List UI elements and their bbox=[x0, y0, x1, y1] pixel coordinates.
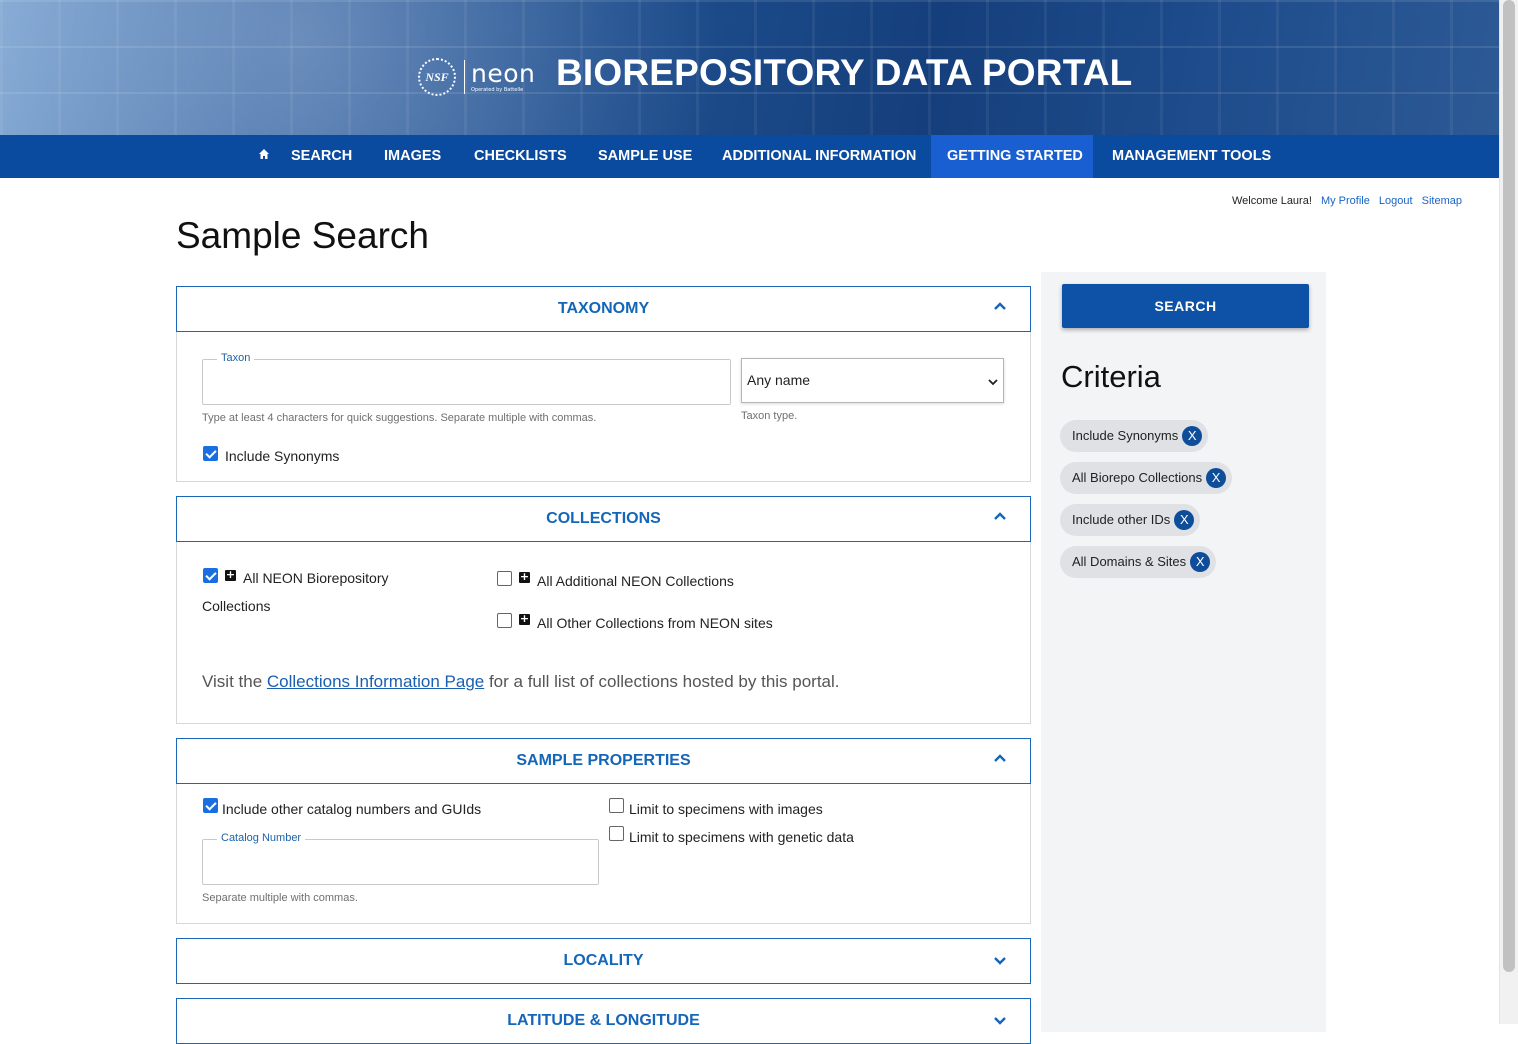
criteria-title: Criteria bbox=[1061, 359, 1161, 394]
additional-collections-label: All Additional NEON Collections bbox=[537, 573, 734, 589]
sitemap-link[interactable]: Sitemap bbox=[1422, 195, 1462, 207]
criteria-chip: Include other IDs X bbox=[1060, 504, 1201, 536]
chevron-down-icon[interactable] bbox=[994, 957, 1006, 967]
other-collections-checkbox[interactable] bbox=[497, 613, 512, 628]
user-bar: Welcome Laura! My Profile Logout Sitemap bbox=[1226, 195, 1462, 207]
sample-properties-panel-header[interactable]: SAMPLE PROPERTIES bbox=[176, 738, 1031, 784]
criteria-chip: All Biorepo Collections X bbox=[1060, 462, 1233, 494]
include-other-ids-checkbox[interactable] bbox=[203, 798, 218, 813]
nav-search[interactable]: SEARCH bbox=[275, 135, 368, 178]
locality-title: LOCALITY bbox=[563, 952, 644, 969]
welcome-text: Welcome Laura! bbox=[1232, 195, 1312, 207]
catalog-number-input[interactable]: Catalog Number bbox=[202, 832, 599, 885]
include-synonyms-label: Include Synonyms bbox=[225, 448, 340, 464]
collections-info-text: Visit the Collections Information Page f… bbox=[202, 672, 840, 692]
latlong-panel-header[interactable]: LATITUDE & LONGITUDE bbox=[176, 998, 1031, 1044]
info-prefix: Visit the bbox=[202, 672, 267, 691]
nav-checklists[interactable]: CHECKLISTS bbox=[458, 135, 583, 178]
scrollbar-thumb[interactable] bbox=[1503, 0, 1515, 972]
taxonomy-panel-body: Taxon Type at least 4 characters for qui… bbox=[176, 332, 1031, 482]
page-scrollbar[interactable] bbox=[1499, 0, 1518, 1024]
taxon-help: Type at least 4 characters for quick sug… bbox=[202, 412, 597, 424]
latlong-title: LATITUDE & LONGITUDE bbox=[507, 1012, 700, 1029]
additional-collections-checkbox[interactable] bbox=[497, 571, 512, 586]
taxon-type-select[interactable]: Any name bbox=[741, 358, 1004, 403]
all-neon-checkbox[interactable] bbox=[203, 568, 218, 583]
chip-label: All Domains & Sites bbox=[1072, 554, 1187, 569]
chevron-up-icon[interactable] bbox=[994, 512, 1006, 522]
neon-logo-subtext: Operated by Battelle bbox=[471, 87, 524, 93]
taxon-type-help: Taxon type. bbox=[741, 410, 798, 422]
all-neon-label: All NEON Biorepository bbox=[243, 570, 389, 586]
nsf-logo: NSF bbox=[418, 58, 456, 96]
info-suffix: for a full list of collections hosted by… bbox=[484, 672, 840, 691]
remove-chip-icon[interactable]: X bbox=[1174, 510, 1195, 530]
neon-logo-word: neon bbox=[471, 59, 536, 88]
chip-label: Include other IDs bbox=[1072, 512, 1171, 527]
expand-plus-icon[interactable]: + bbox=[225, 569, 236, 581]
catalog-number-help: Separate multiple with commas. bbox=[202, 892, 358, 904]
remove-chip-icon[interactable]: X bbox=[1182, 426, 1203, 446]
limit-images-label: Limit to specimens with images bbox=[629, 801, 823, 817]
logo-group[interactable]: NSF neon Operated by Battelle bbox=[418, 57, 535, 97]
site-title[interactable]: BIOREPOSITORY DATA PORTAL bbox=[556, 52, 1132, 94]
page-title: Sample Search bbox=[176, 215, 429, 256]
neon-logo: neon Operated by Battelle bbox=[471, 61, 535, 93]
nav-images[interactable]: IMAGES bbox=[368, 135, 457, 178]
logo-divider bbox=[464, 60, 465, 94]
catalog-number-legend: Catalog Number bbox=[217, 832, 306, 844]
chip-label: All Biorepo Collections bbox=[1072, 470, 1203, 485]
taxon-type-value: Any name bbox=[747, 372, 811, 388]
my-profile-link[interactable]: My Profile bbox=[1321, 195, 1370, 207]
remove-chip-icon[interactable]: X bbox=[1190, 552, 1211, 572]
nav-additional-information[interactable]: ADDITIONAL INFORMATION bbox=[706, 135, 932, 178]
limit-genetic-label: Limit to specimens with genetic data bbox=[629, 829, 854, 845]
search-button[interactable]: SEARCH bbox=[1062, 284, 1309, 328]
all-neon-label-cont: Collections bbox=[202, 598, 271, 614]
chevron-down-icon[interactable] bbox=[994, 1017, 1006, 1027]
expand-plus-icon[interactable]: + bbox=[519, 613, 530, 625]
criteria-chip: Include Synonyms X bbox=[1060, 420, 1209, 452]
taxon-legend: Taxon bbox=[217, 352, 255, 364]
header-banner: NSF neon Operated by Battelle BIOREPOSIT… bbox=[0, 0, 1501, 135]
nav-sample-use[interactable]: SAMPLE USE bbox=[582, 135, 708, 178]
limit-images-checkbox[interactable] bbox=[609, 798, 624, 813]
chevron-up-icon[interactable] bbox=[994, 754, 1006, 764]
taxonomy-panel-header[interactable]: TAXONOMY bbox=[176, 286, 1031, 332]
remove-chip-icon[interactable]: X bbox=[1206, 468, 1227, 488]
sample-properties-panel-body: Include other catalog numbers and GUIds … bbox=[176, 784, 1031, 924]
chevron-down-icon bbox=[988, 373, 998, 389]
limit-genetic-checkbox[interactable] bbox=[609, 826, 624, 841]
locality-panel-header[interactable]: LOCALITY bbox=[176, 938, 1031, 984]
nav-getting-started[interactable]: GETTING STARTED bbox=[931, 135, 1093, 178]
criteria-chip: All Domains & Sites X bbox=[1060, 546, 1217, 578]
collections-info-link[interactable]: Collections Information Page bbox=[267, 672, 484, 691]
other-collections-label: All Other Collections from NEON sites bbox=[537, 615, 773, 631]
home-icon[interactable] bbox=[258, 148, 272, 162]
taxonomy-title: TAXONOMY bbox=[557, 300, 650, 317]
sample-properties-title: SAMPLE PROPERTIES bbox=[516, 752, 691, 769]
collections-panel-body: + All NEON Biorepository Collections + A… bbox=[176, 542, 1031, 724]
collections-panel-header[interactable]: COLLECTIONS bbox=[176, 496, 1031, 542]
logout-link[interactable]: Logout bbox=[1379, 195, 1413, 207]
chevron-up-icon[interactable] bbox=[994, 302, 1006, 312]
chip-label: Include Synonyms bbox=[1072, 428, 1179, 443]
collections-title: COLLECTIONS bbox=[546, 510, 661, 527]
expand-plus-icon[interactable]: + bbox=[519, 571, 530, 583]
nav-management-tools[interactable]: MANAGEMENT TOOLS bbox=[1096, 135, 1287, 178]
include-other-ids-label: Include other catalog numbers and GUIds bbox=[222, 801, 482, 817]
taxon-input[interactable]: Taxon bbox=[202, 352, 731, 405]
main-nav: SEARCH IMAGES CHECKLISTS SAMPLE USE ADDI… bbox=[0, 135, 1501, 178]
include-synonyms-checkbox[interactable] bbox=[203, 446, 218, 461]
